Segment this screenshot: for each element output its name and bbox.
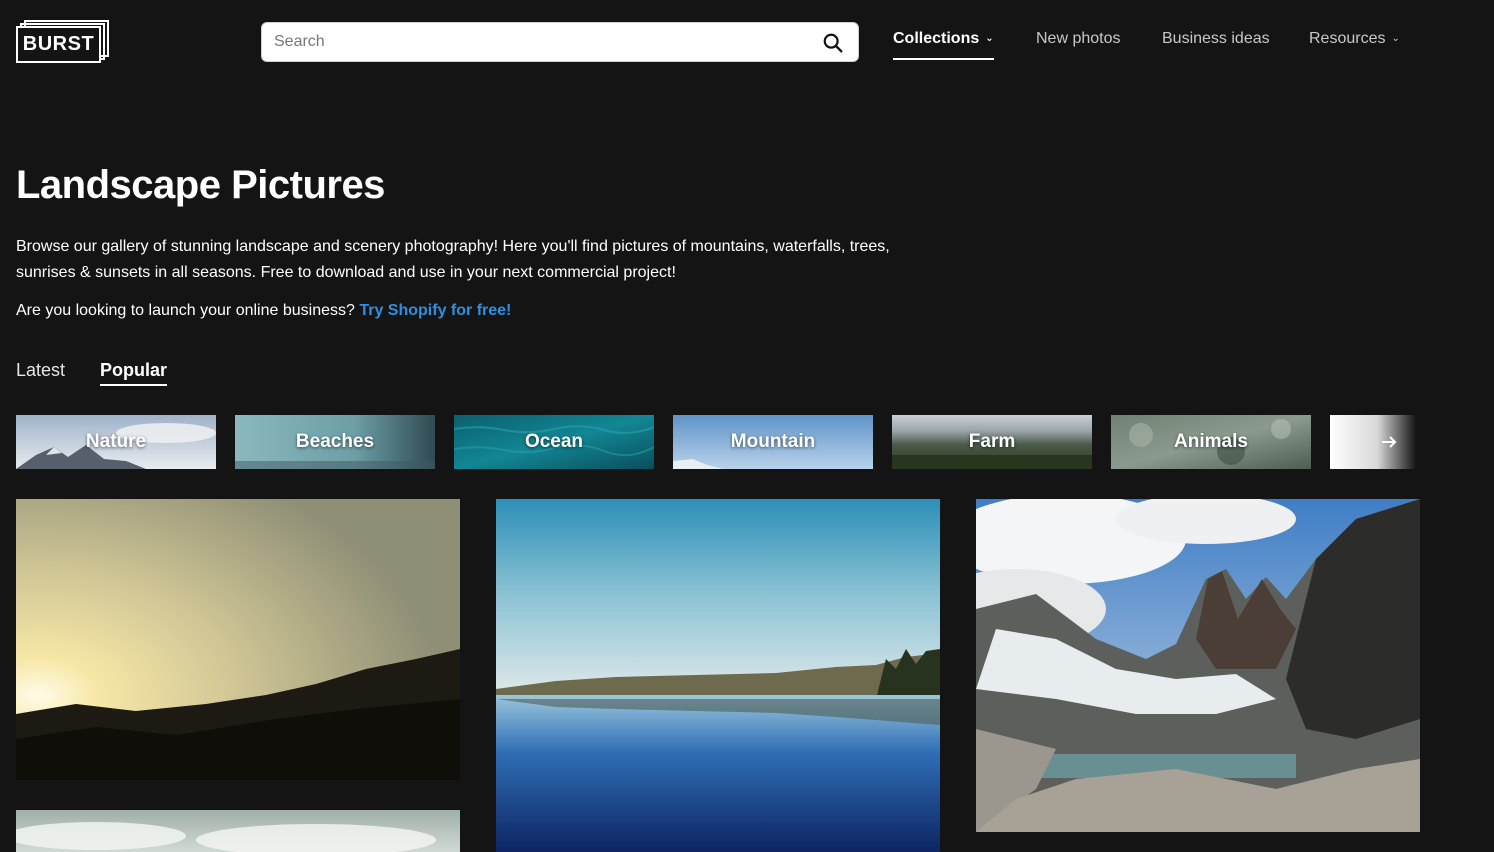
category-label: Animals — [1174, 431, 1248, 452]
photo-lake-reflection[interactable] — [496, 499, 940, 852]
chevron-down-icon: ⌄ — [1391, 33, 1400, 44]
site-header: BURST Collections ⌄ New photos Business i… — [0, 0, 1494, 84]
photo-mountain-lake[interactable] — [976, 499, 1420, 832]
category-label: Beaches — [295, 431, 375, 452]
lake-reflection-image — [496, 499, 940, 852]
photo-sunset-hills[interactable] — [16, 499, 460, 780]
nav-resources[interactable]: Resources ⌄ — [1309, 30, 1400, 60]
category-animals[interactable]: Animals — [1111, 415, 1311, 469]
category-mountain[interactable]: Mountain — [673, 415, 873, 469]
nav-business-ideas[interactable]: Business ideas — [1162, 30, 1270, 60]
carousel-next-button[interactable] — [1330, 415, 1416, 469]
page-title: Landscape Pictures — [16, 163, 385, 207]
search-box[interactable] — [261, 22, 859, 62]
chevron-down-icon: ⌄ — [985, 33, 994, 44]
category-label: Ocean — [524, 431, 584, 452]
category-nature[interactable]: Nature — [16, 415, 216, 469]
photo-cloudy-sky[interactable] — [16, 810, 460, 852]
category-carousel: Nature Beaches Ocean Mountain Farm Anima… — [16, 415, 1416, 469]
burst-logo[interactable]: BURST — [16, 20, 109, 63]
try-shopify-link[interactable]: Try Shopify for free! — [359, 302, 511, 319]
nav-new-photos[interactable]: New photos — [1036, 30, 1121, 60]
search-input[interactable] — [274, 23, 814, 61]
page-description: Browse our gallery of stunning landscape… — [16, 238, 890, 281]
category-ocean[interactable]: Ocean — [454, 415, 654, 469]
promo-text: Are you looking to launch your online bu… — [16, 302, 355, 319]
sunset-hills-image — [16, 499, 460, 780]
tab-popular[interactable]: Popular — [100, 360, 168, 386]
cloudy-sky-image — [16, 810, 460, 852]
arrow-right-icon — [1382, 436, 1397, 448]
nav-collections[interactable]: Collections ⌄ — [893, 30, 994, 60]
category-label: Farm — [968, 431, 1016, 452]
nav-resources-label: Resources — [1309, 30, 1386, 47]
category-label: Nature — [85, 431, 147, 452]
category-farm[interactable]: Farm — [892, 415, 1092, 469]
logo-text[interactable]: BURST — [16, 26, 101, 63]
nav-collections-label: Collections — [893, 30, 980, 47]
category-beaches[interactable]: Beaches — [235, 415, 435, 469]
mountain-lake-image — [976, 499, 1420, 832]
search-icon[interactable] — [822, 32, 844, 54]
category-label: Mountain — [730, 431, 816, 452]
promo-line: Are you looking to launch your online bu… — [16, 302, 511, 320]
tab-latest[interactable]: Latest — [16, 360, 65, 384]
